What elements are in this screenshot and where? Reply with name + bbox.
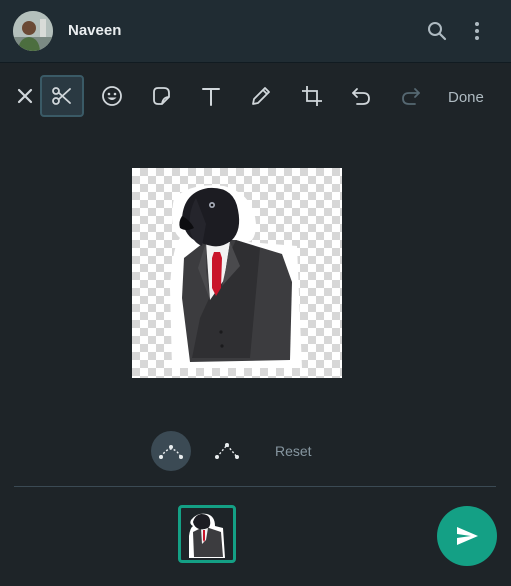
done-button[interactable]: Done [448,89,484,106]
avatar[interactable] [13,11,53,51]
curve-icon[interactable] [151,431,191,471]
reset-button[interactable]: Reset [275,443,312,459]
crop-icon[interactable] [290,75,334,117]
undo-icon[interactable] [339,75,383,117]
text-icon[interactable] [189,75,233,117]
polygon-icon[interactable] [207,431,247,471]
sticker-thumbnail[interactable] [178,505,236,563]
contact-name[interactable]: Naveen [68,22,121,39]
sticker-icon[interactable] [139,75,183,117]
chat-header: Naveen [0,0,511,63]
search-icon[interactable] [425,19,449,43]
scissors-icon[interactable] [40,75,84,117]
emoji-icon[interactable] [90,75,134,117]
divider [14,486,496,487]
redo-icon[interactable] [389,75,433,117]
dog-in-suit-image [170,185,302,368]
send-button[interactable] [437,506,497,566]
editor-toolbar: Done [0,72,511,122]
sticker-canvas[interactable] [132,168,342,378]
more-vertical-icon[interactable] [465,19,489,43]
pencil-icon[interactable] [239,75,283,117]
send-icon [457,527,478,545]
